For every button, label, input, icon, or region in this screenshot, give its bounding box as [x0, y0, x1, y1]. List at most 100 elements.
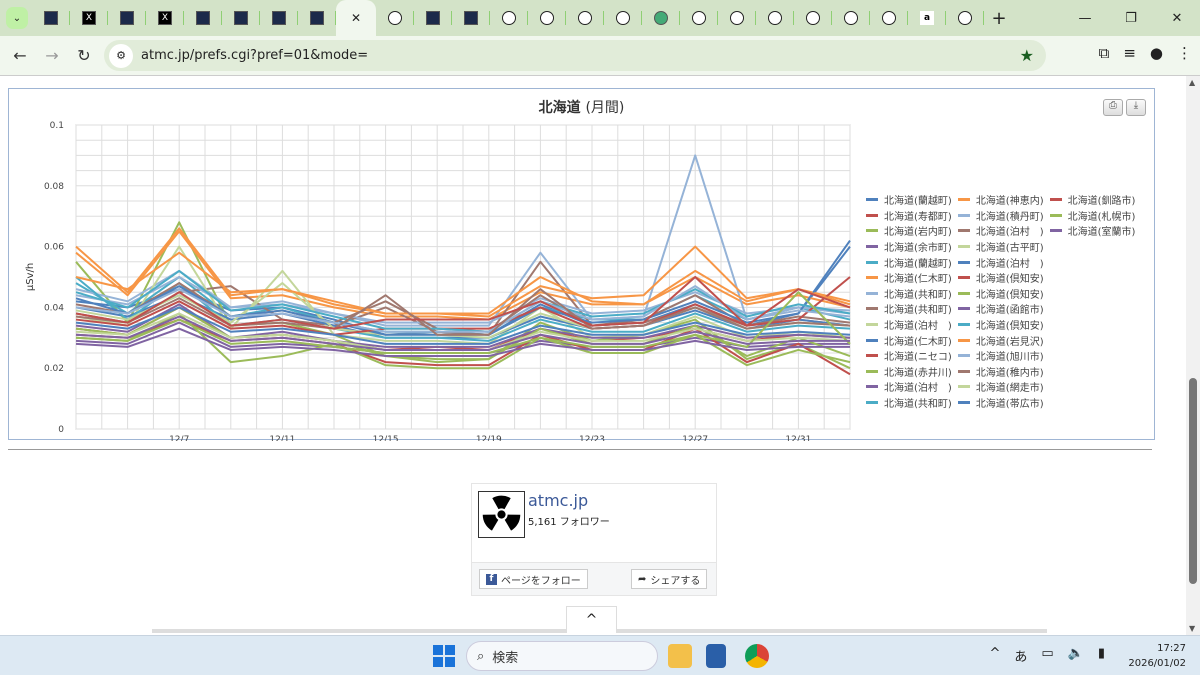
tray-overflow-icon[interactable]: ^: [989, 646, 1000, 665]
browser-tab[interactable]: [32, 0, 70, 36]
browser-tab[interactable]: [794, 0, 832, 36]
browser-tab[interactable]: [832, 0, 870, 36]
legend-item[interactable]: 北海道(旭川市): [957, 348, 1044, 364]
address-bar[interactable]: ⚙ atmc.jp/prefs.cgi?pref=01&mode= ★: [104, 40, 1046, 71]
legend-item[interactable]: 北海道(泊村 ): [866, 317, 952, 333]
legend-item[interactable]: 北海道(仁木町): [866, 270, 952, 286]
scroll-up-arrow[interactable]: ▲: [1189, 78, 1195, 87]
legend-item[interactable]: 北海道(ニセコ): [866, 348, 952, 364]
taskbar-search[interactable]: ⌕ 検索: [466, 641, 658, 671]
browser-tab[interactable]: X: [146, 0, 184, 36]
menu-icon[interactable]: ⋮: [1177, 44, 1192, 62]
y-tick-label: 0.08: [44, 182, 64, 192]
legend-item[interactable]: 北海道(積丹町): [957, 208, 1044, 224]
forward-button[interactable]: →: [36, 46, 68, 65]
legend-item[interactable]: 北海道(泊村 ): [866, 379, 952, 395]
legend-item[interactable]: 北海道(岩内町): [866, 223, 952, 239]
close-window-button[interactable]: ✕: [1154, 0, 1200, 36]
legend-item[interactable]: 北海道(蘭越町): [866, 254, 952, 270]
legend-label: 北海道(泊村 ): [975, 258, 1044, 270]
profile-avatar[interactable]: ●: [1150, 44, 1163, 62]
ime-indicator[interactable]: あ: [1014, 646, 1027, 665]
extensions-icon[interactable]: ⧉: [1099, 44, 1110, 62]
legend-item[interactable]: 北海道(古平町): [957, 239, 1044, 255]
chrome-icon[interactable]: [745, 644, 769, 668]
circle-icon: [540, 11, 554, 25]
legend-item[interactable]: 北海道(稚内市): [957, 364, 1044, 380]
legend-item[interactable]: 北海道(函館市): [957, 301, 1044, 317]
page-scrollbar[interactable]: ▲ ▼: [1186, 76, 1200, 635]
new-tab-button[interactable]: +: [984, 8, 1014, 29]
url-text[interactable]: atmc.jp/prefs.cgi?pref=01&mode=: [141, 48, 368, 63]
legend-item[interactable]: 北海道(仁木町): [866, 332, 952, 348]
legend-item[interactable]: 北海道(寿都町): [866, 208, 952, 224]
browser-tab[interactable]: a: [908, 0, 946, 36]
legend-item[interactable]: 北海道(神恵内): [957, 192, 1044, 208]
scroll-down-arrow[interactable]: ▼: [1189, 624, 1195, 633]
browser-tab[interactable]: [718, 0, 756, 36]
battery-icon[interactable]: ▮: [1098, 646, 1105, 665]
browser-tab[interactable]: X: [70, 0, 108, 36]
browser-tab[interactable]: [566, 0, 604, 36]
legend-item[interactable]: 北海道(共和町): [866, 395, 952, 411]
file-explorer-icon[interactable]: [668, 644, 692, 668]
legend-item[interactable]: 北海道(帯広市): [957, 395, 1044, 411]
browser-tab[interactable]: [108, 0, 146, 36]
legend-item[interactable]: 北海道(泊村 ): [957, 223, 1044, 239]
legend-item[interactable]: 北海道(札幌市): [1049, 208, 1135, 224]
close-icon[interactable]: ✕: [351, 11, 361, 25]
facebook-icon: f: [486, 573, 497, 585]
legend-item[interactable]: 北海道(共和町): [866, 301, 952, 317]
browser-tab[interactable]: [298, 0, 336, 36]
browser-tab[interactable]: ✕: [336, 0, 376, 36]
volume-icon[interactable]: 🔈: [1068, 646, 1084, 665]
browser-tab[interactable]: [222, 0, 260, 36]
browser-tab[interactable]: [452, 0, 490, 36]
legend-item[interactable]: 北海道(倶知安): [957, 286, 1044, 302]
legend-item[interactable]: 北海道(蘭越町): [866, 192, 952, 208]
legend-label: 北海道(泊村 ): [975, 227, 1044, 239]
legend-item[interactable]: 北海道(余市町): [866, 239, 952, 255]
browser-tab[interactable]: [680, 0, 718, 36]
circle-icon: [502, 11, 516, 25]
browser-tab[interactable]: [414, 0, 452, 36]
back-button[interactable]: ←: [4, 46, 36, 65]
minimize-button[interactable]: —: [1062, 0, 1108, 36]
scrollbar-thumb[interactable]: [1189, 378, 1197, 584]
browser-tab[interactable]: [642, 0, 680, 36]
follow-page-button[interactable]: f ページをフォロー: [479, 569, 588, 589]
browser-tab[interactable]: [376, 0, 414, 36]
restore-button[interactable]: ❐: [1108, 0, 1154, 36]
legend-item[interactable]: 北海道(釧路市): [1049, 192, 1135, 208]
browser-tab[interactable]: [528, 0, 566, 36]
legend-item[interactable]: 北海道(倶知安): [957, 317, 1044, 333]
tab-search-button[interactable]: ⌄: [6, 7, 28, 29]
legend-item[interactable]: 北海道(岩見沢): [957, 332, 1044, 348]
legend-item[interactable]: 北海道(室蘭市): [1049, 223, 1135, 239]
clock[interactable]: 17:27 2026/01/02: [1128, 641, 1186, 671]
legend-item[interactable]: 北海道(泊村 ): [957, 254, 1044, 270]
start-button[interactable]: [433, 645, 455, 667]
browser-tab[interactable]: [260, 0, 298, 36]
browser-tab[interactable]: [604, 0, 642, 36]
site-info-icon[interactable]: ⚙: [109, 43, 133, 68]
browser-tab[interactable]: [184, 0, 222, 36]
legend-item[interactable]: 北海道(網走市): [957, 379, 1044, 395]
circle-icon: [768, 11, 782, 25]
notepad-icon[interactable]: [706, 644, 726, 668]
reload-button[interactable]: ↻: [68, 46, 100, 65]
browser-tab[interactable]: [946, 0, 984, 36]
legend-item[interactable]: 北海道(共和町): [866, 286, 952, 302]
radiation-logo[interactable]: [478, 491, 525, 538]
browser-tab[interactable]: [490, 0, 528, 36]
media-control-icon[interactable]: ≡: [1123, 44, 1136, 62]
bookmark-star-icon[interactable]: ★: [1020, 46, 1034, 65]
page-name-link[interactable]: atmc.jp: [528, 491, 588, 510]
browser-tab[interactable]: [756, 0, 794, 36]
scroll-top-button[interactable]: ^: [566, 606, 617, 633]
legend-item[interactable]: 北海道(倶知安): [957, 270, 1044, 286]
browser-tab[interactable]: [870, 0, 908, 36]
legend-item[interactable]: 北海道(赤井川): [866, 364, 952, 380]
network-icon[interactable]: ▭: [1041, 646, 1053, 665]
share-button[interactable]: ➦ シェアする: [631, 569, 708, 589]
